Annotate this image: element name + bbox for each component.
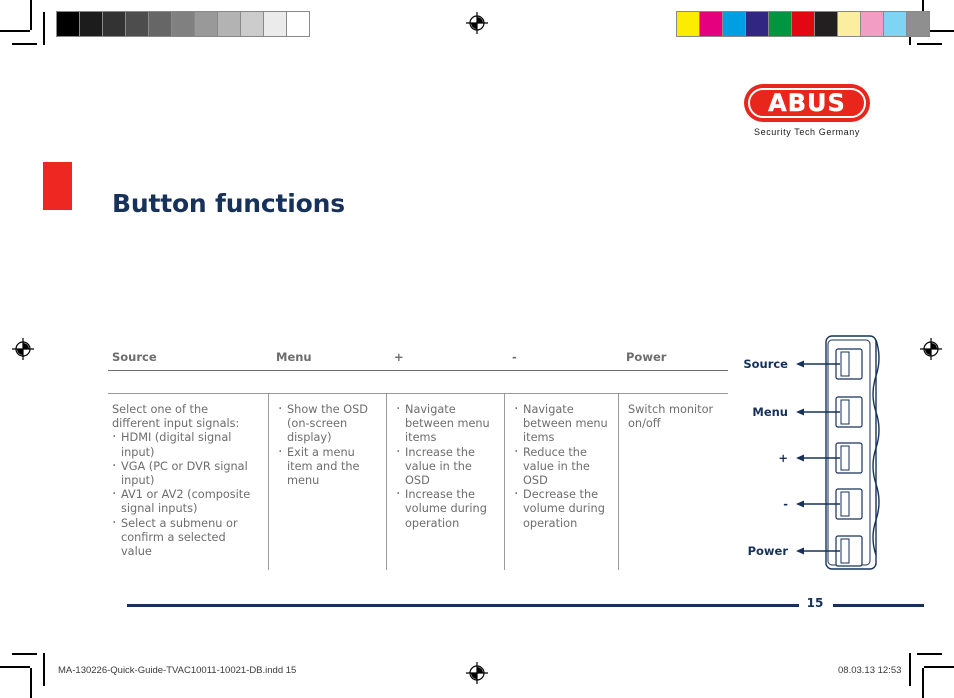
registration-target-icon [466,12,488,34]
calibration-swatch [195,12,218,36]
crop-mark-bl2-h [12,653,37,655]
page-number: 15 [806,596,824,610]
cell-bullet-item: Select a submenu or confirm a selected v… [112,516,259,560]
table-body-row: Select one of the different input signal… [108,393,728,570]
grayscale-calibration-wedge [56,11,310,37]
crop-mark-br-h [924,666,954,668]
button-functions-table: Source Menu + - Power Select one of the … [108,350,728,570]
calibration-swatch [149,12,172,36]
cell-lead-text: Select one of the different input signal… [112,403,240,431]
crop-mark-tr2-h [917,43,942,45]
crop-mark-br-v [922,668,924,698]
crop-mark-bl-v [30,668,32,698]
diagram-label-plus: + [778,451,788,465]
calibration-swatch [287,12,309,36]
calibration-swatch [884,12,907,36]
table-cell-source: Select one of the different input signal… [108,394,268,570]
crop-mark-br2-v [909,653,911,686]
column-header-power: Power [626,350,667,364]
registration-target-icon [466,662,488,684]
calibration-swatch [126,12,149,36]
page-canvas: ABUS Security Tech Germany Button functi… [0,0,954,698]
cell-bullet-item: HDMI (digital signal input) [112,430,259,459]
cell-bullet-item: Exit a menu item and the menu [278,445,377,489]
crop-mark-tl-h [0,30,30,32]
footer-timestamp: 08.03.13 12:53 [838,665,902,676]
diagram-label-power: Power [747,544,788,558]
footer-rule-right [833,604,924,607]
registration-target-icon [12,338,34,360]
cell-bullet-item: Increase the volume during operation [396,487,495,531]
calibration-swatch [815,12,838,36]
table-header-row: Source Menu + - Power [108,350,728,371]
cell-bullet-item: Decrease the volume during operation [514,487,609,531]
calibration-swatch [907,12,929,36]
calibration-swatch [769,12,792,36]
calibration-swatch [80,12,103,36]
calibration-swatch [861,12,884,36]
calibration-swatch [746,12,769,36]
calibration-swatch [264,12,287,36]
table-cell-menu: Show the OSD (on-screen display)Exit a m… [268,394,386,570]
crop-mark-br2-h [917,653,942,655]
cell-bullet-item: Increase the value in the OSD [396,445,495,489]
diagram-label-source: Source [743,357,788,371]
crop-mark-tl-v [30,0,32,30]
column-header-plus: + [394,350,404,364]
calibration-swatch [218,12,241,36]
table-cell-power: Switch monitor on/off [618,394,728,570]
cell-lead-text: Switch monitor on/off [628,403,714,431]
calibration-swatch [103,12,126,36]
monitor-side-panel-diagram: Source Menu + - Power [743,330,888,575]
table-cell-: Navigate between menu itemsIncrease the … [386,394,504,570]
registration-target-icon [920,338,942,360]
calibration-swatch [792,12,815,36]
cell-bullet-item: Reduce the value in the OSD [514,445,609,489]
table-cell-: Navigate between menu itemsReduce the va… [504,394,618,570]
cell-bullet-item: Show the OSD (on-screen display) [278,402,377,446]
cell-bullet-item: AV1 or AV2 (composite signal inputs) [112,487,259,516]
cell-bullet-list: Navigate between menu itemsReduce the va… [514,402,609,531]
column-header-minus: - [512,350,517,364]
diagram-label-menu: Menu [752,405,788,419]
calibration-swatch [172,12,195,36]
crop-mark-bl2-v [43,653,45,686]
cell-bullet-item: VGA (PC or DVR signal input) [112,459,259,488]
crop-mark-tl2-v [43,12,45,45]
calibration-swatch [57,12,80,36]
column-header-menu: Menu [276,350,312,364]
calibration-swatch [838,12,861,36]
abus-logo-badge: ABUS [744,84,870,122]
diagram-label-minus: - [783,497,788,511]
calibration-swatch [700,12,723,36]
page-title: Button functions [112,188,345,218]
chapter-color-tab [43,162,72,210]
footer-rule-left [127,604,799,607]
cell-bullet-list: HDMI (digital signal input)VGA (PC or DV… [112,430,259,560]
calibration-swatch [241,12,264,36]
abus-logo: ABUS Security Tech Germany [744,84,870,137]
column-header-source: Source [112,350,157,364]
calibration-swatch [677,12,700,36]
abus-tagline: Security Tech Germany [754,127,860,137]
cell-bullet-item: Navigate between menu items [514,402,609,446]
cell-bullet-item: Navigate between menu items [396,402,495,446]
cell-bullet-list: Navigate between menu itemsIncrease the … [396,402,495,531]
crop-mark-tl2-h [12,43,37,45]
footer-filename: MA-130226-Quick-Guide-TVAC10011-10021-DB… [58,665,297,676]
cell-bullet-list: Show the OSD (on-screen display)Exit a m… [278,402,377,489]
crop-mark-bl-h [0,666,30,668]
color-calibration-bar [676,11,930,37]
abus-wordmark: ABUS [768,89,846,117]
calibration-swatch [723,12,746,36]
